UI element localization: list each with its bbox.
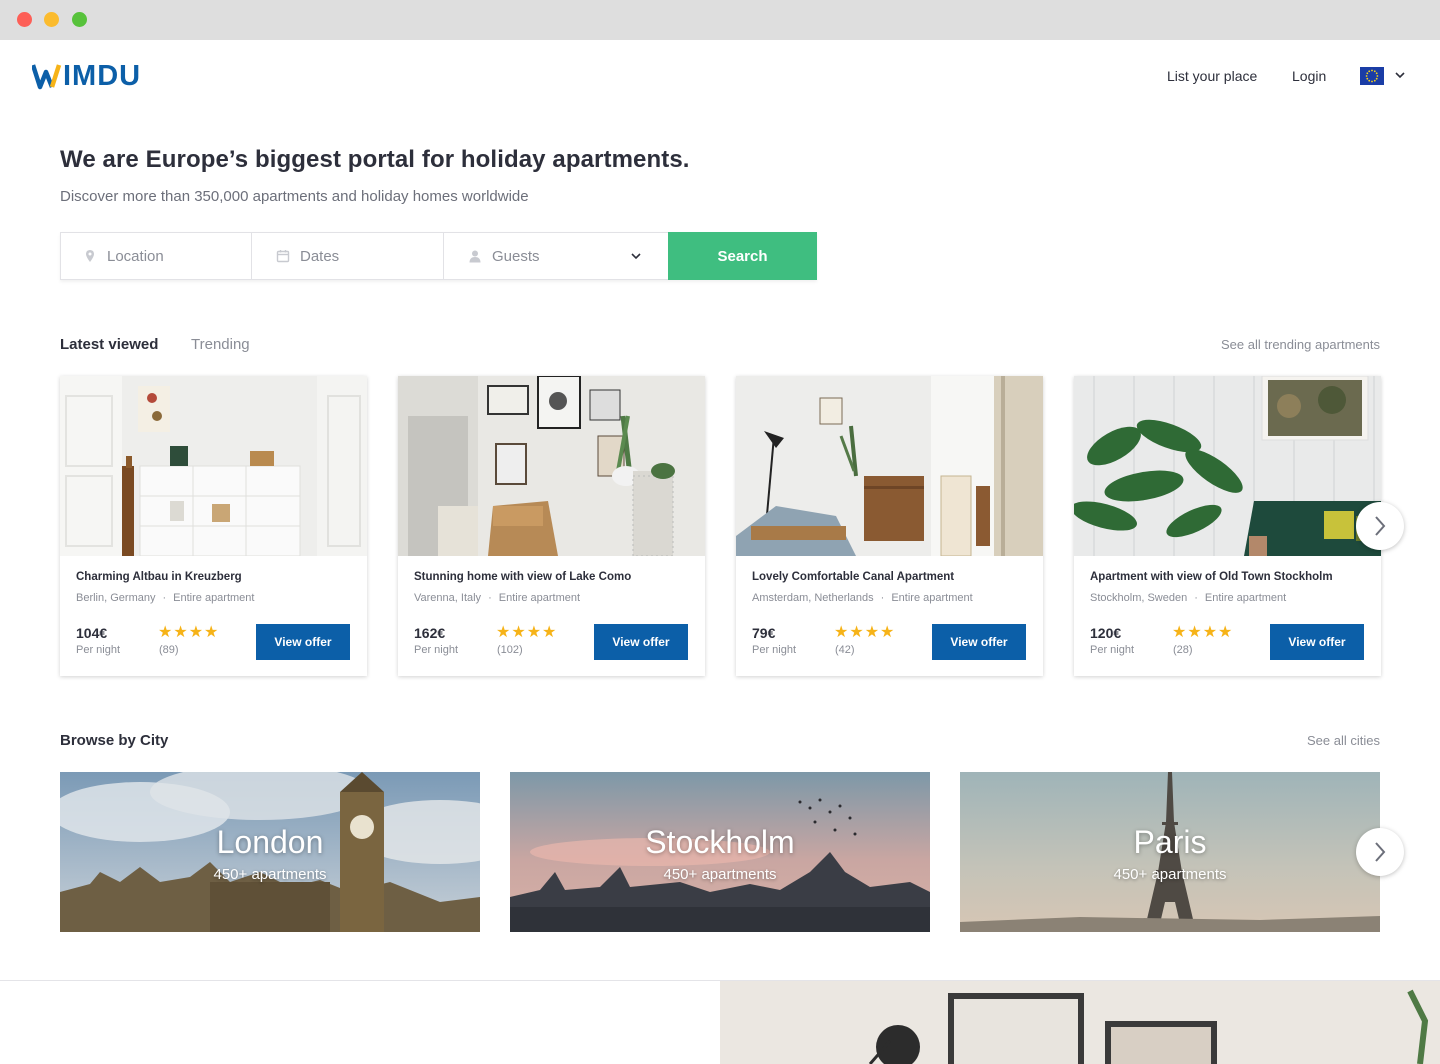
- person-icon: [469, 250, 481, 263]
- listing-card[interactable]: Stunning home with view of Lake Como Var…: [398, 376, 705, 676]
- tab-trending[interactable]: Trending: [191, 336, 250, 353]
- location-field[interactable]: Location: [61, 233, 252, 279]
- page-title: We are Europe’s biggest portal for holid…: [60, 146, 690, 173]
- tab-latest-viewed[interactable]: Latest viewed: [60, 336, 158, 353]
- chevron-down-icon: [631, 253, 641, 260]
- city-card-paris[interactable]: Paris 450+ apartments: [960, 772, 1380, 932]
- listing-location: Stockholm, Sweden: [1090, 592, 1188, 604]
- list-your-place-link[interactable]: List your place: [1167, 68, 1257, 84]
- listing-meta: Stockholm, Sweden · Entire apartment: [1090, 592, 1286, 604]
- window-titlebar: [0, 0, 1440, 40]
- see-all-trending-link[interactable]: See all trending apartments: [1221, 337, 1380, 352]
- next-cities-button[interactable]: [1356, 828, 1404, 876]
- separator-dot: ·: [1194, 592, 1198, 604]
- separator-dot: ·: [162, 592, 167, 604]
- calendar-icon: [276, 250, 290, 263]
- price-unit: Per night: [752, 644, 797, 656]
- price-unit: Per night: [76, 644, 121, 656]
- star-rating: ★★★★: [834, 624, 896, 641]
- listing-price: 79€: [752, 625, 776, 641]
- listing-type: Entire apartment: [1204, 592, 1287, 604]
- listing-type: Entire apartment: [173, 592, 255, 604]
- review-count: (102): [497, 644, 523, 656]
- listing-type: Entire apartment: [891, 592, 973, 604]
- listing-title: Charming Altbau in Kreuzberg: [76, 571, 242, 583]
- guests-select[interactable]: Guests: [444, 233, 668, 279]
- see-all-cities-link[interactable]: See all cities: [1307, 733, 1380, 748]
- city-apartment-count: 450+ apartments: [1113, 866, 1227, 883]
- listing-photo: [60, 376, 367, 556]
- logo-wordmark: IMDU: [63, 60, 142, 92]
- maximize-window-button[interactable]: [72, 12, 87, 27]
- search-bar: Location Dates Guests Search: [60, 232, 817, 280]
- dates-placeholder: Dates: [300, 247, 340, 265]
- listing-location: Berlin, Germany: [76, 592, 156, 604]
- listing-photo: [1074, 376, 1381, 556]
- city-card-london[interactable]: London 450+ apartments: [60, 772, 480, 932]
- chevron-down-icon[interactable]: [1394, 69, 1406, 81]
- listing-card[interactable]: Lovely Comfortable Canal Apartment Amste…: [736, 376, 1043, 676]
- review-count: (89): [159, 644, 179, 656]
- city-name: Paris: [1133, 824, 1207, 860]
- listing-title: Stunning home with view of Lake Como: [414, 571, 632, 583]
- listing-price: 104€: [76, 625, 108, 641]
- listing-title: Lovely Comfortable Canal Apartment: [752, 571, 955, 583]
- listing-meta: Varenna, Italy · Entire apartment: [414, 592, 580, 604]
- browse-by-city-title: Browse by City: [60, 732, 169, 749]
- eu-flag-icon[interactable]: [1360, 67, 1384, 85]
- close-window-button[interactable]: [17, 12, 32, 27]
- star-rating: ★★★★: [158, 624, 220, 641]
- price-unit: Per night: [414, 644, 459, 656]
- chevron-right-icon: [1375, 516, 1386, 536]
- map-pin-icon: [86, 250, 94, 262]
- listing-title: Apartment with view of Old Town Stockhol…: [1090, 571, 1333, 583]
- city-card-stockholm[interactable]: Stockholm 450+ apartments: [510, 772, 930, 932]
- view-offer-button[interactable]: View offer: [932, 624, 1026, 660]
- guests-placeholder: Guests: [492, 247, 540, 265]
- listing-card[interactable]: Apartment with view of Old Town Stockhol…: [1074, 376, 1381, 676]
- wimdu-logo[interactable]: WIMDU IMDU: [32, 58, 182, 94]
- city-name: Stockholm: [645, 824, 795, 860]
- listing-photo: [736, 376, 1043, 556]
- price-unit: Per night: [1090, 644, 1135, 656]
- review-count: (28): [1173, 644, 1193, 656]
- search-button[interactable]: Search: [668, 232, 817, 280]
- city-apartment-count: 450+ apartments: [663, 866, 777, 883]
- star-rating: ★★★★: [1172, 624, 1234, 641]
- review-count: (42): [835, 644, 855, 656]
- view-offer-button[interactable]: View offer: [594, 624, 688, 660]
- location-placeholder: Location: [107, 247, 164, 265]
- listing-card[interactable]: Charming Altbau in Kreuzberg Berlin, Ger…: [60, 376, 367, 676]
- promo-photo: [720, 981, 1440, 1064]
- city-apartment-count: 450+ apartments: [213, 866, 327, 883]
- listing-meta: Amsterdam, Netherlands · Entire apartment: [752, 592, 973, 604]
- view-offer-button[interactable]: View offer: [1270, 624, 1364, 660]
- star-rating: ★★★★: [496, 624, 558, 641]
- logo-text: WIMDU: [32, 58, 33, 59]
- page-subtitle: Discover more than 350,000 apartments an…: [60, 188, 529, 205]
- listing-price: 120€: [1090, 625, 1122, 641]
- listing-price: 162€: [414, 625, 446, 641]
- chevron-right-icon: [1375, 842, 1386, 862]
- listing-type: Entire apartment: [498, 592, 581, 604]
- city-name: London: [216, 824, 324, 860]
- dates-field[interactable]: Dates: [252, 233, 444, 279]
- listing-location: Amsterdam, Netherlands: [752, 592, 874, 604]
- login-link[interactable]: Login: [1292, 68, 1326, 84]
- listing-meta: Berlin, Germany · Entire apartment: [76, 592, 254, 604]
- separator-dot: ·: [488, 592, 492, 604]
- separator-dot: ·: [880, 592, 885, 604]
- minimize-window-button[interactable]: [44, 12, 59, 27]
- listing-location: Varenna, Italy: [414, 592, 482, 604]
- next-listings-button[interactable]: [1356, 502, 1404, 550]
- listing-photo: [398, 376, 705, 556]
- view-offer-button[interactable]: View offer: [256, 624, 350, 660]
